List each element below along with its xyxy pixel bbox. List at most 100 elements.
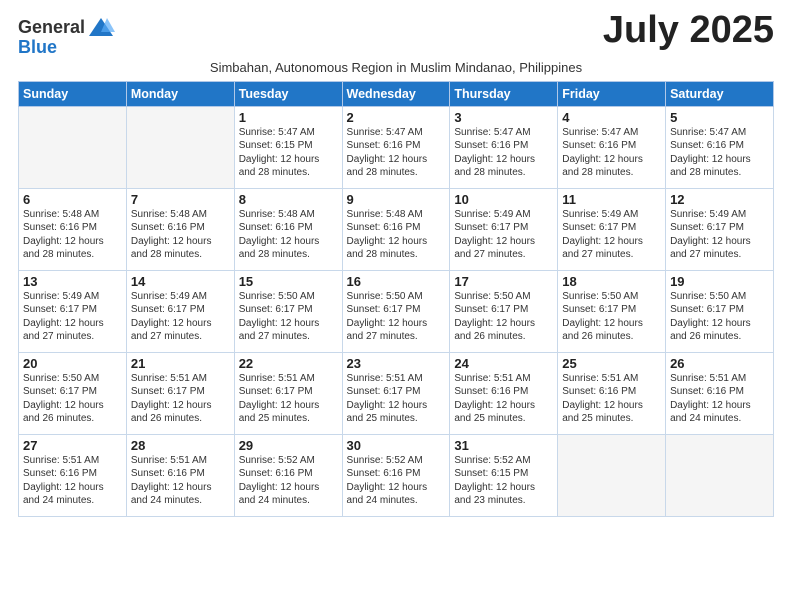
day-info: Sunrise: 5:51 AM Sunset: 6:16 PM Dayligh… [454,372,553,426]
table-row: 21Sunrise: 5:51 AM Sunset: 6:17 PM Dayli… [126,352,234,434]
day-number: 23 [347,356,446,371]
logo-icon [87,14,115,42]
table-row: 23Sunrise: 5:51 AM Sunset: 6:17 PM Dayli… [342,352,450,434]
table-row: 30Sunrise: 5:52 AM Sunset: 6:16 PM Dayli… [342,434,450,516]
col-sunday: Sunday [19,81,127,106]
table-row: 5Sunrise: 5:47 AM Sunset: 6:16 PM Daylig… [666,106,774,188]
table-row: 20Sunrise: 5:50 AM Sunset: 6:17 PM Dayli… [19,352,127,434]
table-row: 31Sunrise: 5:52 AM Sunset: 6:15 PM Dayli… [450,434,558,516]
table-row [558,434,666,516]
day-info: Sunrise: 5:48 AM Sunset: 6:16 PM Dayligh… [131,208,230,262]
day-info: Sunrise: 5:50 AM Sunset: 6:17 PM Dayligh… [347,290,446,344]
table-row [666,434,774,516]
day-info: Sunrise: 5:49 AM Sunset: 6:17 PM Dayligh… [562,208,661,262]
table-row: 16Sunrise: 5:50 AM Sunset: 6:17 PM Dayli… [342,270,450,352]
day-number: 7 [131,192,230,207]
month-title: July 2025 [603,10,774,52]
day-number: 2 [347,110,446,125]
day-number: 14 [131,274,230,289]
day-info: Sunrise: 5:47 AM Sunset: 6:16 PM Dayligh… [347,126,446,180]
table-row: 28Sunrise: 5:51 AM Sunset: 6:16 PM Dayli… [126,434,234,516]
day-info: Sunrise: 5:50 AM Sunset: 6:17 PM Dayligh… [562,290,661,344]
day-number: 15 [239,274,338,289]
day-info: Sunrise: 5:47 AM Sunset: 6:16 PM Dayligh… [454,126,553,180]
day-info: Sunrise: 5:47 AM Sunset: 6:16 PM Dayligh… [562,126,661,180]
table-row: 9Sunrise: 5:48 AM Sunset: 6:16 PM Daylig… [342,188,450,270]
col-saturday: Saturday [666,81,774,106]
day-number: 5 [670,110,769,125]
header: General Blue July 2025 [18,10,774,58]
table-row [19,106,127,188]
day-info: Sunrise: 5:51 AM Sunset: 6:17 PM Dayligh… [347,372,446,426]
col-wednesday: Wednesday [342,81,450,106]
day-number: 17 [454,274,553,289]
calendar-header-row: Sunday Monday Tuesday Wednesday Thursday… [19,81,774,106]
day-info: Sunrise: 5:51 AM Sunset: 6:17 PM Dayligh… [131,372,230,426]
day-number: 30 [347,438,446,453]
logo-general: General [18,18,85,38]
day-number: 19 [670,274,769,289]
day-number: 25 [562,356,661,371]
calendar: Sunday Monday Tuesday Wednesday Thursday… [18,81,774,517]
day-info: Sunrise: 5:47 AM Sunset: 6:16 PM Dayligh… [670,126,769,180]
day-info: Sunrise: 5:52 AM Sunset: 6:16 PM Dayligh… [239,454,338,508]
table-row: 15Sunrise: 5:50 AM Sunset: 6:17 PM Dayli… [234,270,342,352]
table-row: 18Sunrise: 5:50 AM Sunset: 6:17 PM Dayli… [558,270,666,352]
table-row: 19Sunrise: 5:50 AM Sunset: 6:17 PM Dayli… [666,270,774,352]
day-number: 26 [670,356,769,371]
table-row: 29Sunrise: 5:52 AM Sunset: 6:16 PM Dayli… [234,434,342,516]
table-row: 11Sunrise: 5:49 AM Sunset: 6:17 PM Dayli… [558,188,666,270]
day-info: Sunrise: 5:48 AM Sunset: 6:16 PM Dayligh… [239,208,338,262]
day-info: Sunrise: 5:48 AM Sunset: 6:16 PM Dayligh… [23,208,122,262]
table-row: 2Sunrise: 5:47 AM Sunset: 6:16 PM Daylig… [342,106,450,188]
day-number: 31 [454,438,553,453]
day-info: Sunrise: 5:51 AM Sunset: 6:16 PM Dayligh… [23,454,122,508]
table-row: 12Sunrise: 5:49 AM Sunset: 6:17 PM Dayli… [666,188,774,270]
col-thursday: Thursday [450,81,558,106]
day-info: Sunrise: 5:47 AM Sunset: 6:15 PM Dayligh… [239,126,338,180]
table-row: 1Sunrise: 5:47 AM Sunset: 6:15 PM Daylig… [234,106,342,188]
table-row: 6Sunrise: 5:48 AM Sunset: 6:16 PM Daylig… [19,188,127,270]
day-number: 3 [454,110,553,125]
table-row: 17Sunrise: 5:50 AM Sunset: 6:17 PM Dayli… [450,270,558,352]
day-info: Sunrise: 5:49 AM Sunset: 6:17 PM Dayligh… [23,290,122,344]
table-row: 4Sunrise: 5:47 AM Sunset: 6:16 PM Daylig… [558,106,666,188]
table-row [126,106,234,188]
day-info: Sunrise: 5:51 AM Sunset: 6:17 PM Dayligh… [239,372,338,426]
col-monday: Monday [126,81,234,106]
day-info: Sunrise: 5:50 AM Sunset: 6:17 PM Dayligh… [454,290,553,344]
day-info: Sunrise: 5:50 AM Sunset: 6:17 PM Dayligh… [23,372,122,426]
table-row: 7Sunrise: 5:48 AM Sunset: 6:16 PM Daylig… [126,188,234,270]
table-row: 24Sunrise: 5:51 AM Sunset: 6:16 PM Dayli… [450,352,558,434]
day-number: 24 [454,356,553,371]
day-number: 21 [131,356,230,371]
day-info: Sunrise: 5:51 AM Sunset: 6:16 PM Dayligh… [562,372,661,426]
day-info: Sunrise: 5:48 AM Sunset: 6:16 PM Dayligh… [347,208,446,262]
day-number: 18 [562,274,661,289]
col-friday: Friday [558,81,666,106]
day-number: 20 [23,356,122,371]
day-info: Sunrise: 5:51 AM Sunset: 6:16 PM Dayligh… [670,372,769,426]
day-number: 16 [347,274,446,289]
table-row: 26Sunrise: 5:51 AM Sunset: 6:16 PM Dayli… [666,352,774,434]
day-number: 27 [23,438,122,453]
page: General Blue July 2025 Simbahan, Autonom… [0,0,792,612]
table-row: 10Sunrise: 5:49 AM Sunset: 6:17 PM Dayli… [450,188,558,270]
day-info: Sunrise: 5:52 AM Sunset: 6:15 PM Dayligh… [454,454,553,508]
day-number: 4 [562,110,661,125]
day-number: 8 [239,192,338,207]
day-info: Sunrise: 5:49 AM Sunset: 6:17 PM Dayligh… [670,208,769,262]
table-row: 25Sunrise: 5:51 AM Sunset: 6:16 PM Dayli… [558,352,666,434]
day-number: 28 [131,438,230,453]
day-info: Sunrise: 5:50 AM Sunset: 6:17 PM Dayligh… [239,290,338,344]
day-info: Sunrise: 5:50 AM Sunset: 6:17 PM Dayligh… [670,290,769,344]
table-row: 22Sunrise: 5:51 AM Sunset: 6:17 PM Dayli… [234,352,342,434]
col-tuesday: Tuesday [234,81,342,106]
table-row: 27Sunrise: 5:51 AM Sunset: 6:16 PM Dayli… [19,434,127,516]
day-number: 1 [239,110,338,125]
day-number: 10 [454,192,553,207]
day-number: 29 [239,438,338,453]
day-info: Sunrise: 5:49 AM Sunset: 6:17 PM Dayligh… [454,208,553,262]
day-number: 12 [670,192,769,207]
day-number: 13 [23,274,122,289]
